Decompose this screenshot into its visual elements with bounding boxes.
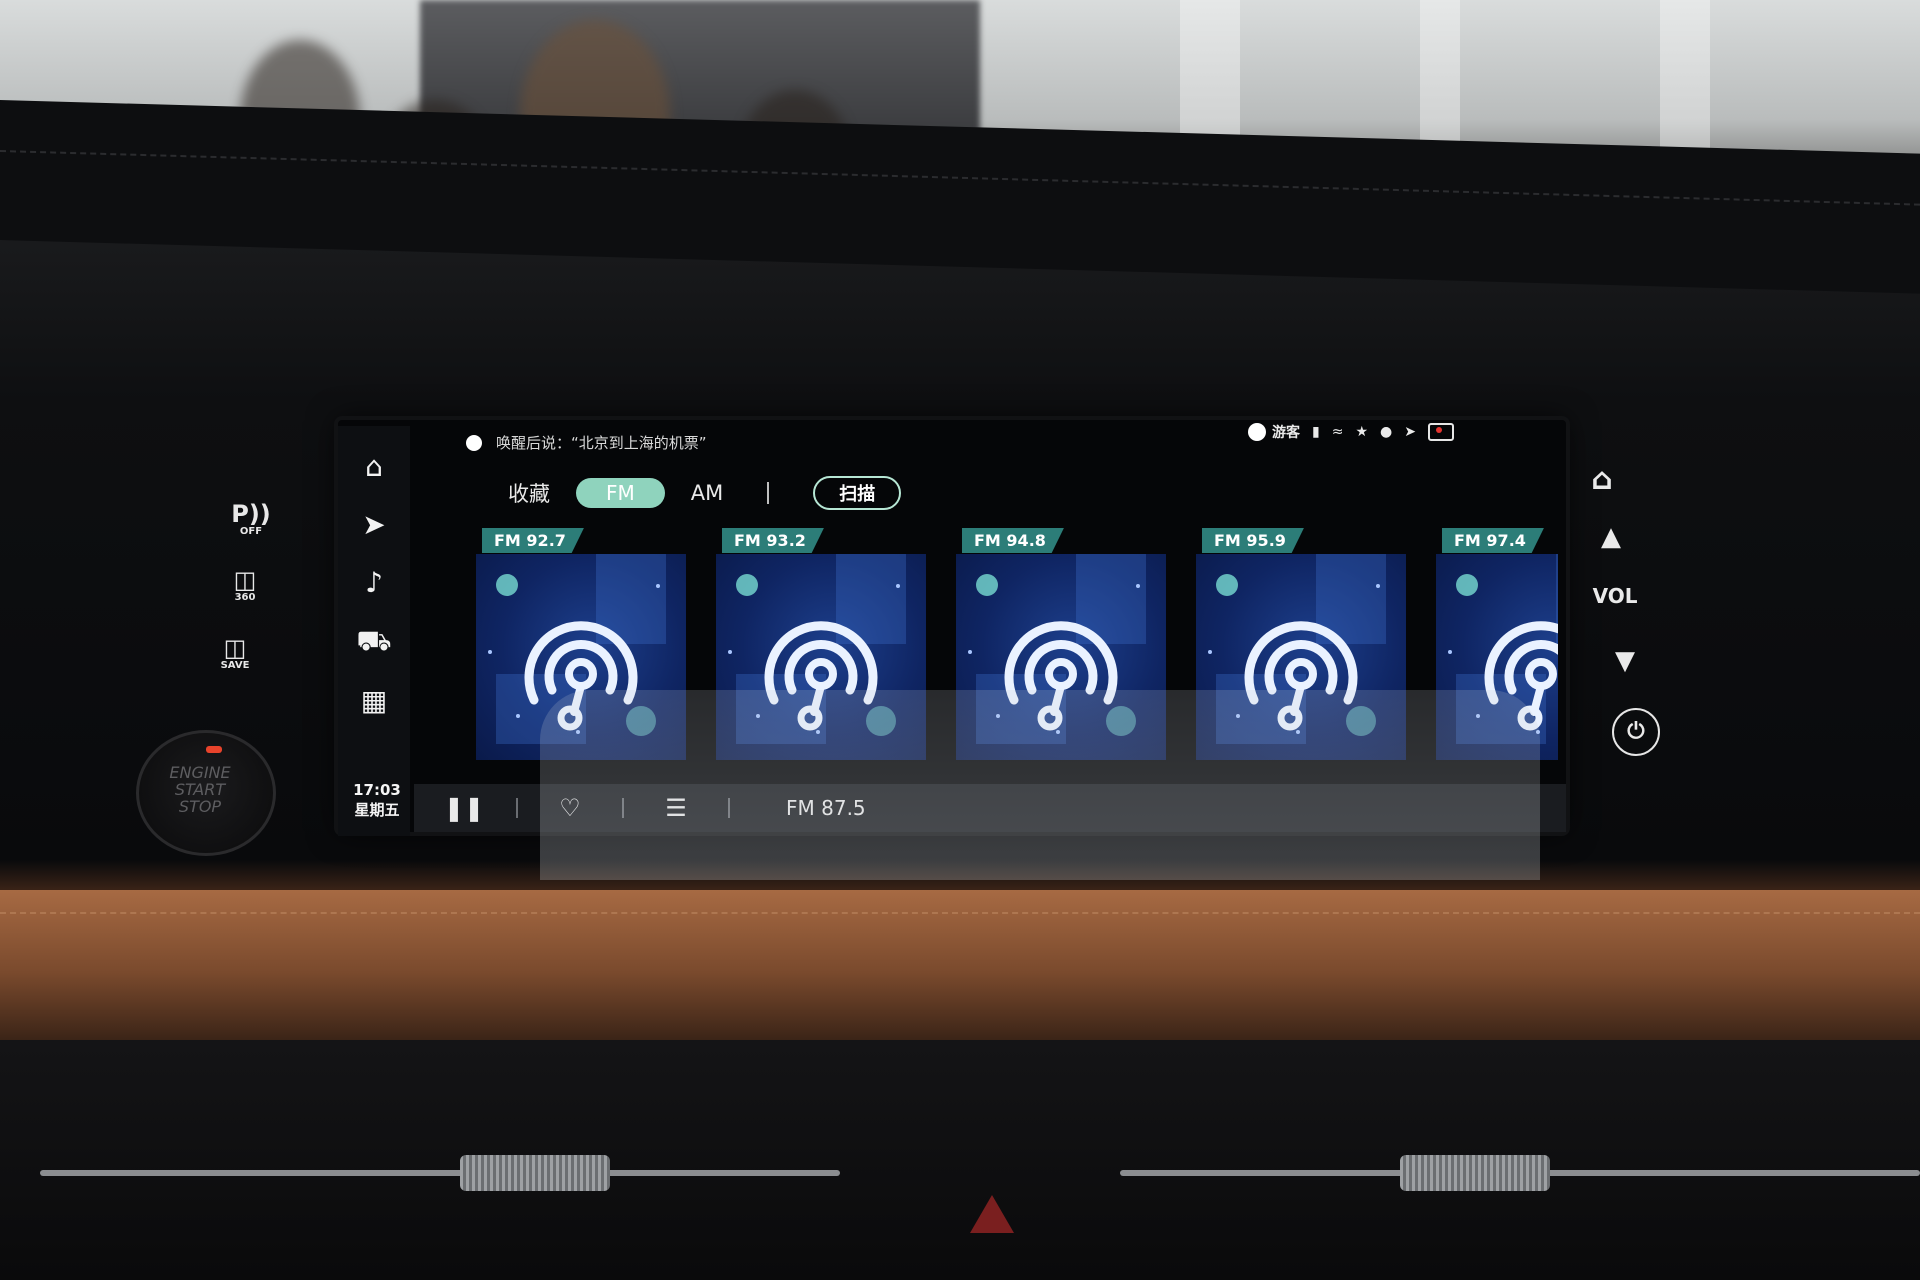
park-assist-button[interactable]: P)) OFF	[226, 500, 276, 537]
user-avatar-icon	[1248, 423, 1266, 441]
voice-hint-text: 唤醒后说：“北京到上海的机票”	[496, 434, 707, 452]
station-frequency: FM 94.8	[962, 528, 1064, 553]
station-card[interactable]: FM 94.8	[956, 524, 1166, 760]
art-bubble	[1216, 574, 1238, 596]
radio-logo-icon	[1244, 621, 1358, 731]
station-frequency: FM 93.2	[722, 528, 824, 553]
clock: 17:03 星期五	[344, 780, 410, 820]
volume-up-button[interactable]: ▲	[1596, 522, 1626, 552]
voice-hint[interactable]: 唤醒后说：“北京到上海的机票”	[466, 432, 707, 453]
engine-line: ENGINE	[169, 763, 231, 782]
vent-knob[interactable]	[1400, 1155, 1550, 1191]
hazard-button[interactable]	[970, 1195, 1014, 1233]
art-star	[1376, 584, 1380, 588]
station-list: FM 92.7 FM 93.2 FM 94.8 FM 95.9 FM 97.4	[476, 524, 1558, 764]
signal-icon: ▮	[1312, 424, 1320, 440]
engine-line: START	[174, 780, 226, 799]
station-frequency: FM 95.9	[1202, 528, 1304, 553]
art-star	[896, 584, 900, 588]
divider	[728, 798, 730, 818]
radio-tabs: 收藏 FM AM 扫描	[508, 476, 902, 510]
playback-bar: ❚❚ ♡ ☰ FM 87.5	[414, 784, 1566, 832]
station-card[interactable]: FM 93.2	[716, 524, 926, 760]
station-artwork	[956, 554, 1166, 760]
station-card[interactable]: FM 92.7	[476, 524, 686, 760]
user-label: 游客	[1272, 425, 1300, 441]
park-assist-icon: P))	[231, 500, 271, 528]
art-star	[1136, 584, 1140, 588]
center-vents	[0, 1040, 1920, 1280]
dashcam-icon	[1427, 423, 1454, 441]
engine-indicator	[206, 746, 222, 753]
art-bubble	[1456, 574, 1478, 596]
tab-divider	[767, 482, 770, 504]
art-star	[1448, 650, 1452, 654]
sidebar: ⌂ ➤ ♪ ⛟ ▦	[338, 426, 410, 836]
tab-favorites[interactable]: 收藏	[508, 478, 550, 508]
radio-logo-icon	[764, 621, 878, 731]
tab-fm[interactable]: FM	[576, 478, 665, 508]
scan-button[interactable]: 扫描	[813, 476, 902, 510]
station-card[interactable]: FM 95.9	[1196, 524, 1406, 760]
radio-logo-icon	[524, 621, 638, 731]
camera-save-icon: ◫	[223, 634, 247, 662]
art-bubble	[976, 574, 998, 596]
station-artwork	[1436, 554, 1558, 760]
radio-logo-icon	[1004, 621, 1118, 731]
home-icon[interactable]: ⌂	[338, 450, 410, 483]
tab-am[interactable]: AM	[691, 481, 723, 505]
vent-knob[interactable]	[460, 1155, 610, 1191]
radio-logo-icon	[1484, 621, 1558, 731]
station-frequency: FM 97.4	[1442, 528, 1544, 553]
pause-button[interactable]: ❚❚	[438, 794, 490, 822]
station-artwork	[1196, 554, 1406, 760]
divider	[516, 798, 518, 818]
art-star	[728, 650, 732, 654]
engine-start-label: ENGINE START STOP	[150, 764, 250, 815]
camera-save-label: SAVE	[220, 660, 250, 671]
art-star	[1208, 650, 1212, 654]
clock-day: 星期五	[354, 801, 400, 819]
status-bar: 游客 ▮ ≈ ★ ● ➤	[1248, 422, 1454, 442]
current-station: FM 87.5	[786, 796, 866, 820]
leather-stitch	[0, 912, 1920, 914]
power-button[interactable]: ⏻	[1612, 708, 1660, 756]
engine-line: STOP	[178, 797, 222, 816]
camera-save-button[interactable]: ◫ SAVE	[208, 634, 262, 671]
location-icon: ➤	[1404, 424, 1416, 440]
music-icon[interactable]: ♪	[338, 566, 410, 599]
art-star	[968, 650, 972, 654]
wifi-icon: ≈	[1331, 424, 1344, 440]
home-hard-button[interactable]: ⌂	[1582, 462, 1622, 497]
camera-icon: ◫	[233, 566, 257, 594]
camera-360-label: 360	[234, 592, 256, 603]
clock-time: 17:03	[353, 781, 401, 799]
apps-icon[interactable]: ▦	[338, 684, 410, 717]
station-card[interactable]: FM 97.4	[1436, 524, 1558, 760]
station-artwork	[716, 554, 926, 760]
art-bubble	[736, 574, 758, 596]
navigation-icon[interactable]: ➤	[338, 508, 410, 541]
art-star	[488, 650, 492, 654]
art-star	[656, 584, 660, 588]
station-list-icon[interactable]: ☰	[650, 794, 702, 822]
volume-down-button[interactable]: ▼	[1610, 646, 1640, 676]
microphone-icon: ●	[1380, 424, 1393, 440]
vent-rail	[40, 1170, 840, 1176]
car-icon[interactable]: ⛟	[338, 624, 410, 661]
station-artwork	[476, 554, 686, 760]
art-bubble	[496, 574, 518, 596]
volume-label: VOL	[1592, 584, 1638, 608]
divider	[622, 798, 624, 818]
station-frequency: FM 92.7	[482, 528, 584, 553]
voice-assistant-icon	[466, 434, 482, 451]
camera-360-button[interactable]: ◫ 360	[218, 566, 272, 603]
favorite-heart-icon[interactable]: ♡	[544, 794, 596, 822]
bluetooth-icon: ★	[1355, 424, 1369, 440]
